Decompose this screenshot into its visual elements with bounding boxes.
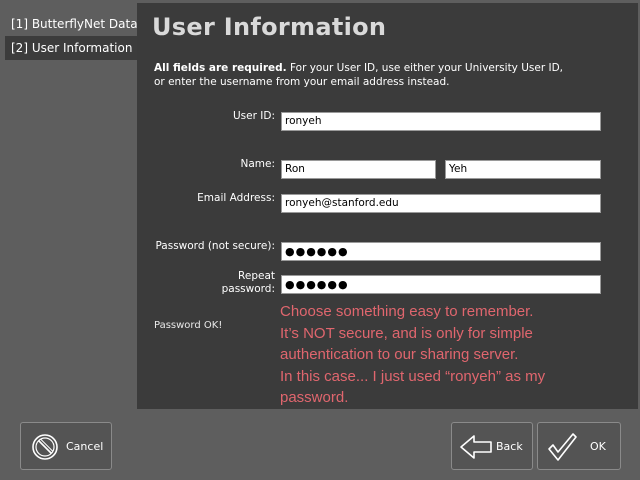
password-status: Password OK!	[154, 320, 223, 331]
sidebar-item-label: [2] User Information	[11, 41, 133, 55]
annotation-line: password.	[280, 389, 349, 406]
sidebar-item-butterflynet-data[interactable]: [1] ButterflyNet Data	[5, 12, 138, 36]
password-field[interactable]: ●●●●●●	[281, 242, 601, 261]
repeat-password-label-line1: Repeat	[238, 270, 275, 282]
instructions-text: All fields are required. For your User I…	[154, 61, 574, 89]
sidebar: [1] ButterflyNet Data [2] User Informati…	[5, 12, 138, 60]
annotation-note: Choose something easy to remember. It’s …	[280, 301, 630, 409]
ok-button[interactable]: OK	[537, 422, 621, 470]
checkmark-icon	[546, 431, 578, 463]
cancel-circle-icon	[29, 431, 61, 463]
back-label: Back	[496, 440, 523, 453]
back-arrow-icon	[458, 431, 494, 463]
main-panel: User Information All fields are required…	[137, 3, 638, 409]
user-id-label: User ID:	[233, 110, 275, 122]
ok-label: OK	[590, 440, 606, 453]
instructions-bold: All fields are required.	[154, 62, 287, 74]
last-name-field[interactable]: Yeh	[445, 160, 601, 179]
password-label: Password (not secure):	[155, 240, 275, 252]
name-label: Name:	[240, 158, 275, 170]
sidebar-item-user-information[interactable]: [2] User Information	[5, 36, 137, 60]
annotation-line: It’s NOT secure, and is only for simple	[280, 324, 533, 342]
annotation-line: In this case... I just used “ronyeh” as …	[280, 367, 546, 385]
page-title: User Information	[152, 13, 387, 41]
annotation-line: Choose something easy to remember.	[280, 303, 534, 320]
wizard-window: [1] ButterflyNet Data [2] User Informati…	[0, 0, 640, 480]
email-field[interactable]: ronyeh@stanford.edu	[281, 194, 601, 213]
user-id-field[interactable]: ronyeh	[281, 112, 601, 131]
email-label: Email Address:	[197, 192, 275, 204]
first-name-field[interactable]: Ron	[281, 160, 436, 179]
repeat-password-label-line2: password:	[221, 283, 275, 295]
annotation-line: authentication to our sharing server.	[280, 346, 519, 363]
repeat-password-label: Repeat password:	[197, 270, 275, 296]
repeat-password-field[interactable]: ●●●●●●	[281, 275, 601, 294]
sidebar-item-label: [1] ButterflyNet Data	[11, 17, 138, 31]
back-button[interactable]: Back	[451, 422, 533, 470]
cancel-button[interactable]: Cancel	[20, 422, 112, 470]
cancel-label: Cancel	[66, 440, 104, 453]
